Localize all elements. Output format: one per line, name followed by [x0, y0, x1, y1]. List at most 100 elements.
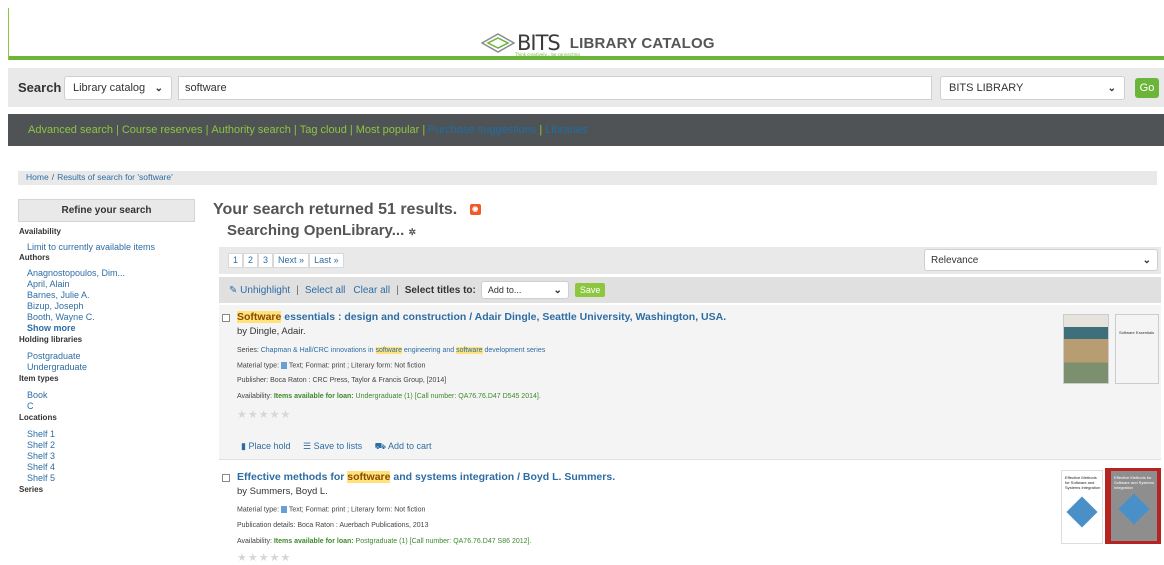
record-title-link[interactable]: Effective methods for software and syste… — [237, 471, 615, 483]
results-summary: Your search returned 51 results. ◉ — [213, 201, 481, 219]
record-material-type: Material type: Text; Format: print ; Lit… — [237, 506, 426, 514]
library-select-value: BITS LIBRARY — [949, 82, 1024, 94]
place-hold-link[interactable]: Place hold — [248, 441, 290, 451]
facet-author[interactable]: April, Alain — [27, 279, 195, 290]
facet-available-items[interactable]: Limit to currently available items — [27, 242, 195, 253]
breadcrumb-home[interactable]: Home — [26, 172, 49, 182]
facet-authors-head: Authors — [19, 253, 50, 262]
record-checkbox[interactable] — [222, 474, 230, 482]
site-header: BITS Think creatively... be connecting L… — [8, 8, 1164, 60]
record-actions: ▮ Place hold ☰ Save to lists ⛟ Add to ca… — [241, 441, 432, 453]
search-input[interactable]: software — [178, 76, 932, 100]
page-next[interactable]: Next » — [273, 253, 310, 268]
facet-series-head: Series — [19, 485, 44, 494]
add-to-cart-link[interactable]: Add to cart — [388, 441, 432, 451]
chevron-down-icon: ⌄ — [553, 284, 562, 296]
pencil-icon: ✎ — [229, 284, 241, 296]
page-link-2[interactable]: 2 — [243, 253, 259, 268]
facet-location[interactable]: Shelf 2 — [27, 440, 195, 451]
refine-sidebar: Refine your search Availability Limit to… — [18, 199, 195, 565]
chevron-down-icon: ⌄ — [1142, 254, 1151, 266]
rating-stars[interactable]: ★★★★★ — [237, 551, 291, 564]
add-to-select[interactable]: Add to... ⌄ — [480, 281, 569, 299]
facet-location[interactable]: Shelf 1 — [27, 429, 195, 440]
facet-author[interactable]: Booth, Wayne C. — [27, 312, 195, 323]
page-link-1[interactable]: 1 — [228, 253, 244, 268]
facet-location[interactable]: Shelf 4 — [27, 462, 195, 473]
cover-graphic — [1066, 496, 1098, 528]
record-title-link[interactable]: Software essentials : design and constru… — [237, 311, 726, 323]
search-scope-select[interactable]: Library catalog ⌄ — [64, 76, 172, 100]
record-publisher: Publication details: Boca Raton : Auerba… — [237, 522, 429, 529]
bits-logo-icon — [480, 33, 516, 53]
record-author: by Summers, Boyd L. — [237, 486, 328, 497]
facet-holding[interactable]: Postgraduate — [27, 351, 195, 362]
pagination: 1 2 3 Next » Last » — [228, 253, 344, 268]
nav-purchase-suggestions[interactable]: Purchase suggestions — [428, 124, 536, 136]
search-bar: Search Library catalog ⌄ software BITS L… — [8, 68, 1164, 107]
nav-libraries[interactable]: Libraries — [545, 124, 587, 136]
page-link-3[interactable]: 3 — [258, 253, 274, 268]
sort-select[interactable]: Relevance ⌄ — [924, 249, 1158, 271]
book-cover-image[interactable]: Software Essentials — [1115, 314, 1159, 384]
facet-author[interactable]: Bizup, Joseph — [27, 301, 195, 312]
breadcrumb-current[interactable]: Results of search for 'software' — [57, 172, 173, 182]
nav-tag-cloud[interactable]: Tag cloud — [300, 124, 347, 136]
save-button[interactable]: Save — [574, 283, 606, 297]
facet-holding[interactable]: Undergraduate — [27, 362, 195, 373]
record-checkbox[interactable] — [222, 314, 230, 322]
nav-most-popular[interactable]: Most popular — [356, 124, 420, 136]
list-icon: ☰ — [303, 441, 312, 451]
result-record: Effective methods for software and syste… — [219, 465, 1161, 565]
facet-availability-head: Availability — [19, 227, 61, 236]
library-select[interactable]: BITS LIBRARY ⌄ — [940, 76, 1125, 100]
page-last[interactable]: Last » — [309, 253, 344, 268]
search-scope-value: Library catalog — [73, 82, 146, 94]
chevron-down-icon: ⌄ — [1107, 82, 1116, 94]
unhighlight-link[interactable]: Unhighlight — [240, 285, 290, 296]
nav-course-reserves[interactable]: Course reserves — [122, 124, 203, 136]
book-icon — [280, 506, 287, 513]
result-record: Software essentials : design and constru… — [219, 305, 1161, 460]
record-availability: Availability: Items available for loan: … — [237, 393, 541, 400]
facet-location[interactable]: Shelf 3 — [27, 451, 195, 462]
main-nav: Advanced search | Course reserves | Authorit… — [8, 114, 1164, 146]
facet-location[interactable]: Shelf 5 — [27, 473, 195, 484]
pager-row: 1 2 3 Next » Last » Relevance ⌄ — [219, 247, 1161, 274]
nav-authority-search[interactable]: Authority search — [211, 124, 290, 136]
sort-value: Relevance — [931, 254, 979, 266]
site-logo[interactable]: BITS Think creatively... be connecting L… — [480, 30, 715, 57]
facet-author[interactable]: Barnes, Julie A. — [27, 290, 195, 301]
rss-icon[interactable]: ◉ — [469, 204, 481, 216]
select-titles-label: Select titles to: — [404, 284, 476, 296]
book-icon — [280, 362, 287, 369]
record-availability: Availability: Items available for loan: … — [237, 538, 532, 545]
facet-itemtypes-head: Item types — [19, 374, 59, 383]
book-cover-image[interactable]: Effective Methods for Software and Syste… — [1105, 468, 1161, 544]
catalog-title: LIBRARY CATALOG — [569, 34, 715, 52]
bookmark-icon: ▮ — [241, 441, 246, 451]
facet-author[interactable]: Anagnostopoulos, Dim... — [27, 268, 195, 279]
record-author: by Dingle, Adair. — [237, 326, 306, 337]
save-to-lists-link[interactable]: Save to lists — [314, 441, 363, 451]
facet-itemtype[interactable]: Book — [27, 390, 195, 401]
record-series: Series: Chapman & Hall/CRC innovations i… — [237, 347, 546, 354]
rating-stars[interactable]: ★★★★★ — [237, 408, 291, 421]
book-cover-image[interactable] — [1063, 314, 1109, 384]
cover-graphic — [1118, 493, 1150, 525]
nav-advanced-search[interactable]: Advanced search — [28, 124, 113, 136]
refine-title: Refine your search — [18, 199, 195, 222]
spinner-icon: ✲ — [408, 227, 416, 237]
facet-itemtype[interactable]: C — [27, 401, 195, 412]
cart-icon: ⛟ — [374, 441, 386, 451]
select-all-link[interactable]: Select all — [305, 285, 346, 296]
facet-locations-head: Locations — [19, 413, 57, 422]
go-button[interactable]: Go — [1135, 78, 1159, 98]
show-more-authors[interactable]: Show more — [27, 323, 195, 334]
record-material-type: Material type: Text; Format: print ; Lit… — [237, 362, 426, 370]
book-cover-image[interactable]: Effective Methods for Software and Syste… — [1061, 470, 1103, 544]
selection-toolbar: ✎ Unhighlight | Select all Clear all | S… — [219, 277, 1161, 303]
series-link[interactable]: Chapman & Hall/CRC innovations in softwa… — [261, 347, 545, 354]
facet-holding-head: Holding libraries — [19, 335, 83, 344]
clear-all-link[interactable]: Clear all — [353, 285, 390, 296]
